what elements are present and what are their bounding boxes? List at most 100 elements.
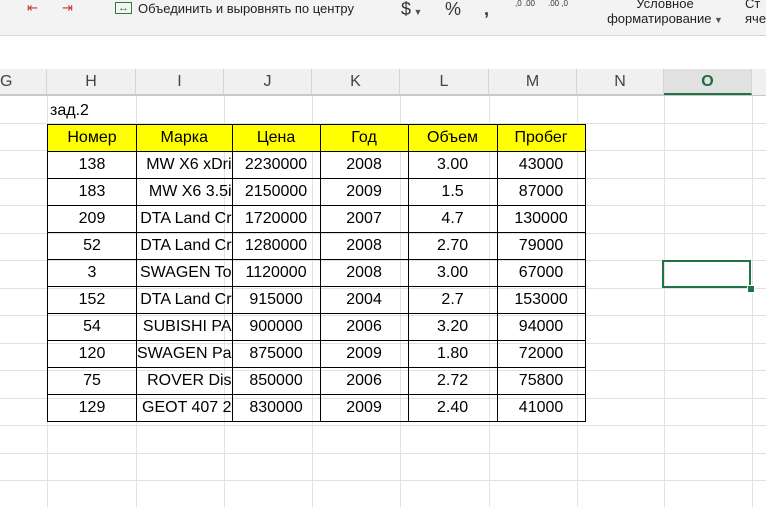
table-cell[interactable]: DTA Land Cr — [136, 205, 233, 233]
table-cell[interactable]: 1.5 — [407, 178, 498, 206]
decrease-decimal-button[interactable]: .00 ,0 — [546, 0, 570, 8]
table-cell[interactable]: 2230000 — [231, 151, 321, 179]
table-row: 183 MW X6 3.5i 2150000 2009 1.5 87000 — [47, 178, 586, 206]
column-header-o[interactable]: O — [664, 69, 752, 95]
task-label-cell[interactable]: зад.2 — [50, 101, 89, 121]
data-table: Номер Марка Цена Год Объем Пробег 138 MW … — [47, 124, 586, 422]
table-cell[interactable]: 3 — [47, 259, 137, 287]
gridline — [664, 96, 665, 507]
table-cell[interactable]: 2150000 — [231, 178, 321, 206]
table-row: 138 MW X6 xDri 2230000 2008 3.00 43000 — [47, 151, 586, 179]
gridline — [0, 425, 766, 426]
header-cell-price[interactable]: Цена — [231, 124, 321, 152]
table-cell[interactable]: 2006 — [319, 313, 409, 341]
decrease-indent-icon[interactable]: ⇤ — [27, 0, 38, 16]
table-cell[interactable]: 3.00 — [407, 151, 498, 179]
table-cell[interactable]: 2008 — [319, 259, 409, 287]
column-header-h[interactable]: H — [47, 69, 136, 95]
increase-indent-icon[interactable]: ⇥ — [62, 0, 73, 16]
header-cell-year[interactable]: Год — [319, 124, 409, 152]
table-cell[interactable]: 75 — [47, 367, 137, 395]
table-cell[interactable]: DTA Land Cr — [136, 232, 233, 260]
table-cell[interactable]: 94000 — [496, 313, 586, 341]
table-cell[interactable]: 2.72 — [407, 367, 498, 395]
merge-center-button[interactable]: ↔ Объединить и выровнять по центру — [115, 0, 354, 16]
table-cell[interactable]: SWAGEN To — [136, 259, 233, 287]
table-cell[interactable]: 2.40 — [407, 394, 498, 422]
table-cell[interactable]: 2.70 — [407, 232, 498, 260]
conditional-formatting-line1: Условное — [636, 0, 694, 11]
table-cell[interactable]: 2008 — [319, 232, 409, 260]
table-cell[interactable]: 2008 — [319, 151, 409, 179]
table-cell[interactable]: 2.7 — [407, 286, 498, 314]
table-cell[interactable]: 915000 — [231, 286, 321, 314]
table-cell[interactable]: SWAGEN Pa — [136, 340, 233, 368]
header-cell-mileage[interactable]: Пробег — [496, 124, 586, 152]
table-cell[interactable]: 900000 — [231, 313, 321, 341]
table-cell[interactable]: 79000 — [496, 232, 586, 260]
table-cell[interactable]: 75800 — [496, 367, 586, 395]
table-cell[interactable]: 152 — [47, 286, 137, 314]
table-cell[interactable]: 850000 — [231, 367, 321, 395]
header-cell-volume[interactable]: Объем — [407, 124, 498, 152]
table-row: 52 DTA Land Cr 1280000 2008 2.70 79000 — [47, 232, 586, 260]
table-cell[interactable]: 67000 — [496, 259, 586, 287]
table-cell[interactable]: 830000 — [231, 394, 321, 422]
column-header-i[interactable]: I — [136, 69, 224, 95]
column-header-k[interactable]: K — [312, 69, 400, 95]
table-cell-text: SWAGEN Pa — [137, 345, 232, 362]
table-cell[interactable]: 72000 — [496, 340, 586, 368]
active-cell[interactable] — [662, 260, 751, 288]
table-cell[interactable]: 138 — [47, 151, 137, 179]
increase-decimal-button[interactable]: ,0 .00 — [513, 0, 537, 8]
header-cell-number[interactable]: Номер — [47, 124, 137, 152]
table-cell[interactable]: 1720000 — [231, 205, 321, 233]
column-header-m[interactable]: M — [489, 69, 577, 95]
conditional-formatting-button[interactable]: Условное форматирование ▼ — [600, 0, 730, 28]
header-cell-make[interactable]: Марка — [136, 124, 233, 152]
table-cell[interactable]: 41000 — [496, 394, 586, 422]
table-cell-text: MW X6 3.5i — [148, 183, 232, 200]
table-cell[interactable]: 43000 — [496, 151, 586, 179]
percent-format-button[interactable]: % — [445, 0, 461, 18]
table-cell[interactable]: MW X6 xDri — [136, 151, 233, 179]
table-cell[interactable]: 3.00 — [407, 259, 498, 287]
table-cell[interactable]: 130000 — [496, 205, 586, 233]
column-header-g[interactable]: G — [0, 69, 47, 95]
table-cell[interactable]: 153000 — [496, 286, 586, 314]
table-cell[interactable]: 1.80 — [407, 340, 498, 368]
cell-styles-button[interactable]: Ст яче — [745, 0, 766, 26]
column-header-j[interactable]: J — [224, 69, 312, 95]
table-cell[interactable]: ROVER Dis — [136, 367, 233, 395]
comma-style-button[interactable]: , — [484, 0, 489, 18]
table-cell[interactable]: 2009 — [319, 340, 409, 368]
table-cell[interactable]: 1280000 — [231, 232, 321, 260]
column-header-n[interactable]: N — [577, 69, 664, 95]
table-cell[interactable]: 52 — [47, 232, 137, 260]
table-cell[interactable]: MW X6 3.5i — [136, 178, 233, 206]
conditional-formatting-line2: форматирование — [607, 11, 712, 26]
table-cell[interactable]: 875000 — [231, 340, 321, 368]
table-cell[interactable]: 2009 — [319, 178, 409, 206]
table-cell[interactable]: SUBISHI PA — [136, 313, 233, 341]
table-cell[interactable]: 2006 — [319, 367, 409, 395]
table-row: 120 SWAGEN Pa 875000 2009 1.80 72000 — [47, 340, 586, 368]
currency-format-button[interactable]: $ ▼ — [401, 0, 422, 21]
table-cell[interactable]: 3.20 — [407, 313, 498, 341]
table-cell[interactable]: 209 — [47, 205, 137, 233]
table-cell[interactable]: DTA Land Cr — [136, 286, 233, 314]
table-cell[interactable]: 120 — [47, 340, 137, 368]
table-cell[interactable]: 2004 — [319, 286, 409, 314]
table-cell[interactable]: 183 — [47, 178, 137, 206]
column-header-l[interactable]: L — [400, 69, 489, 95]
table-cell[interactable]: 4.7 — [407, 205, 498, 233]
table-cell[interactable]: GEOT 407 2 — [136, 394, 233, 422]
fill-handle[interactable] — [747, 285, 755, 293]
table-cell[interactable]: 54 — [47, 313, 137, 341]
table-cell[interactable]: 1120000 — [231, 259, 321, 287]
gridline — [0, 480, 766, 481]
table-cell[interactable]: 87000 — [496, 178, 586, 206]
table-cell[interactable]: 129 — [47, 394, 137, 422]
table-cell[interactable]: 2007 — [319, 205, 409, 233]
table-cell[interactable]: 2009 — [319, 394, 409, 422]
